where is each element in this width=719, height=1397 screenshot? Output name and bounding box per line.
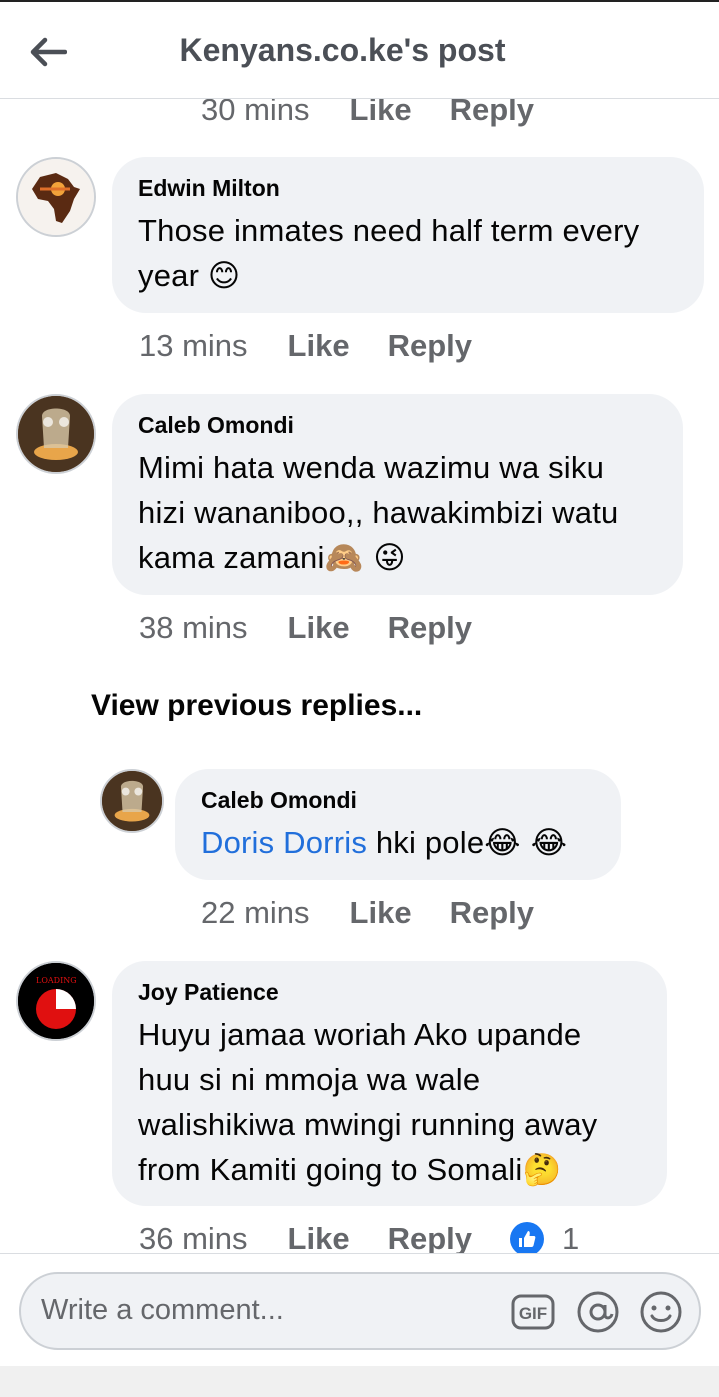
- thinking-face-emoji-icon: 🤔: [522, 1152, 562, 1188]
- lamp-photo-avatar-icon: [18, 396, 94, 472]
- gif-icon[interactable]: GIF: [509, 1288, 557, 1336]
- mention-at-icon[interactable]: [574, 1288, 622, 1336]
- comment-text: Mimi hata wenda wazimu wa siku hizi wana…: [138, 450, 619, 576]
- system-nav-area: [0, 1366, 719, 1397]
- avatar[interactable]: [16, 157, 96, 237]
- reply-button[interactable]: Reply: [388, 328, 472, 364]
- comment-placeholder[interactable]: Write a comment...: [41, 1294, 284, 1327]
- comment-composer-bar: Write a comment... GIF: [0, 1253, 719, 1397]
- comment-text: Those inmates need half term every year …: [138, 213, 640, 294]
- comment-author[interactable]: Edwin Milton: [138, 175, 678, 202]
- comment-bubble: Caleb Omondi Mimi hata wenda wazimu wa s…: [112, 394, 683, 595]
- reply-button[interactable]: Reply: [450, 895, 534, 931]
- reply-button[interactable]: Reply: [450, 99, 534, 128]
- reply-button[interactable]: Reply: [388, 610, 472, 646]
- comment-bubble: Joy Patience Huyu jamaa woriah Ako upand…: [112, 961, 667, 1206]
- comment-text: Doris Dorris hki pole😂 😂: [201, 825, 568, 861]
- like-button[interactable]: Like: [350, 895, 412, 931]
- comment-author[interactable]: Joy Patience: [138, 979, 641, 1006]
- like-button[interactable]: Like: [288, 610, 350, 646]
- page-title: Kenyans.co.ke's post: [179, 32, 506, 68]
- comment-actions: 22 mins Like Reply: [201, 895, 572, 931]
- comments-feed[interactable]: 30 mins Like Reply Edwin Milton Those in…: [0, 99, 719, 1253]
- tears-of-joy-emoji-icon: 😂 😂: [484, 825, 568, 861]
- comment-time: 13 mins: [139, 328, 248, 363]
- avatar[interactable]: LOADING: [16, 961, 96, 1041]
- comment-time: 30 mins: [201, 99, 310, 127]
- emoji-icon[interactable]: [637, 1288, 685, 1336]
- like-button[interactable]: Like: [350, 99, 412, 128]
- avatar[interactable]: [100, 769, 164, 833]
- comment-actions: 13 mins Like Reply: [139, 328, 510, 364]
- thumbs-up-reaction-icon[interactable]: [510, 1222, 544, 1253]
- comment-input-field[interactable]: Write a comment... GIF: [19, 1272, 701, 1350]
- svg-text:GIF: GIF: [519, 1304, 547, 1323]
- comment-actions: 38 mins Like Reply: [139, 610, 510, 646]
- comment-bubble: Edwin Milton Those inmates need half ter…: [112, 157, 704, 313]
- like-button[interactable]: Like: [288, 328, 350, 364]
- comment-time: 22 mins: [201, 895, 310, 930]
- comment-author[interactable]: Caleb Omondi: [138, 412, 657, 439]
- mention-link[interactable]: Doris Dorris: [201, 825, 367, 860]
- reply-bubble: Caleb Omondi Doris Dorris hki pole😂 😂: [175, 769, 621, 880]
- view-previous-replies-link[interactable]: View previous replies...: [91, 689, 422, 723]
- like-button[interactable]: Like: [288, 1221, 350, 1253]
- comment-text: Huyu jamaa woriah Ako upande huu si ni m…: [138, 1017, 598, 1188]
- lamp-photo-avatar-icon: [102, 771, 162, 831]
- comment-time: 36 mins: [139, 1221, 248, 1253]
- svg-text:LOADING: LOADING: [36, 976, 77, 985]
- reaction-count: 1: [562, 1221, 580, 1253]
- avatar[interactable]: [16, 394, 96, 474]
- comment-time: 38 mins: [139, 610, 248, 645]
- comment-actions: 36 mins Like Reply 1: [139, 1221, 579, 1253]
- see-no-evil-and-winking-tongue-emoji-icon: 🙈 😜: [324, 540, 406, 576]
- top-bar: Kenyans.co.ke's post: [0, 0, 719, 99]
- reply-button[interactable]: Reply: [388, 1221, 472, 1253]
- smiling-face-emoji-icon: 😊: [207, 258, 241, 294]
- africa-map-avatar-icon: [18, 159, 94, 235]
- comment-author[interactable]: Caleb Omondi: [201, 787, 595, 814]
- comment-actions: 30 mins Like Reply: [201, 99, 572, 128]
- loading-circle-avatar-icon: LOADING: [18, 963, 94, 1039]
